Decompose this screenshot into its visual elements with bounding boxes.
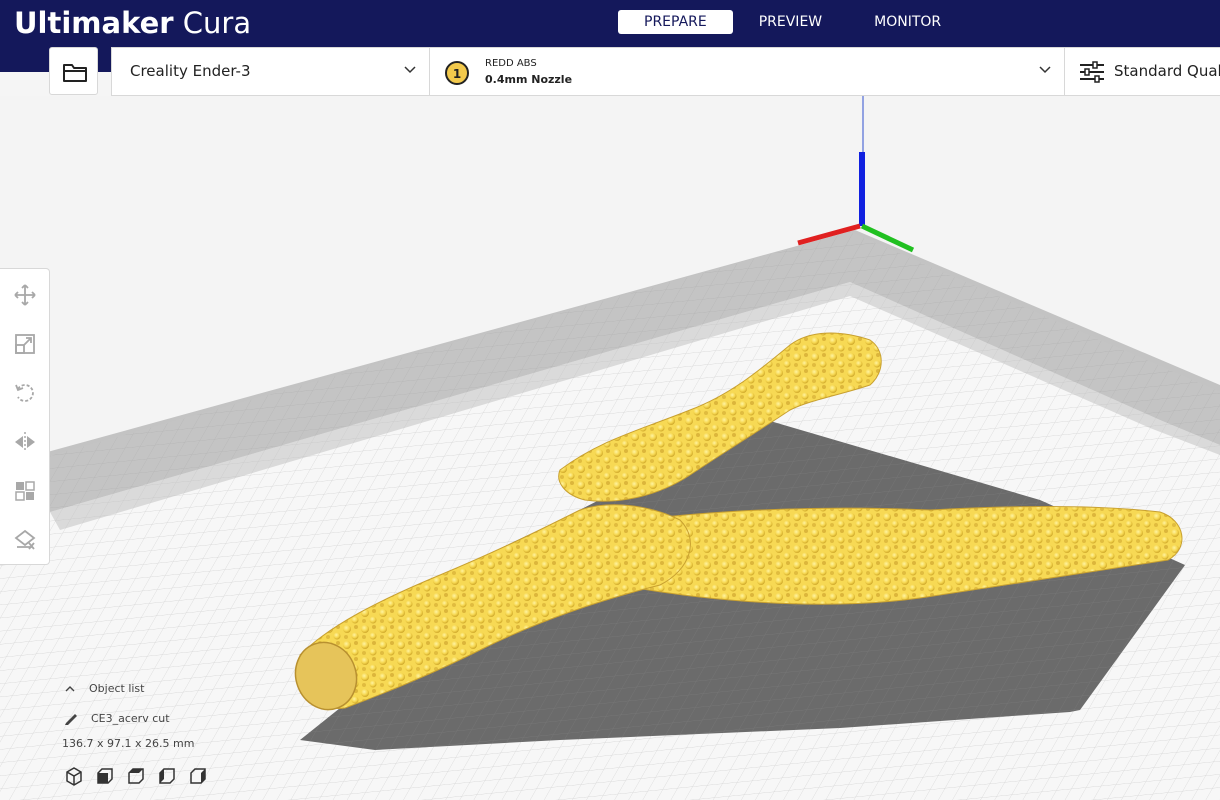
tool-panel bbox=[0, 268, 50, 565]
material-selector[interactable]: 1 REDD ABS 0.4mm Nozzle bbox=[430, 48, 1065, 95]
printer-name: Creality Ender-3 bbox=[130, 62, 251, 80]
pencil-icon bbox=[65, 714, 77, 725]
chevron-up-icon bbox=[65, 686, 75, 692]
chevron-down-icon bbox=[1039, 66, 1051, 74]
folder-icon bbox=[63, 64, 87, 82]
brand-product: Cura bbox=[173, 6, 252, 40]
object-list-panel: Object list CE3_acerv cut 136.7 x 97.1 x… bbox=[62, 680, 292, 798]
settings-sliders-icon bbox=[1080, 61, 1104, 83]
left-view-icon[interactable] bbox=[155, 766, 186, 788]
object-dimensions: 136.7 x 97.1 x 26.5 mm bbox=[62, 737, 195, 750]
top-view-icon[interactable] bbox=[124, 766, 155, 788]
view-orientation-buttons bbox=[62, 766, 217, 788]
svg-text:1: 1 bbox=[453, 67, 461, 81]
open-file-button[interactable] bbox=[49, 47, 98, 95]
tab-preview[interactable]: PREVIEW bbox=[733, 10, 848, 34]
right-view-icon[interactable] bbox=[186, 766, 217, 788]
chevron-down-icon bbox=[404, 66, 416, 74]
material-name: REDD ABS bbox=[485, 58, 537, 69]
support-blocker-icon[interactable] bbox=[13, 528, 37, 552]
stage-tabs: PREPARE PREVIEW MONITOR bbox=[618, 10, 967, 34]
move-icon[interactable] bbox=[13, 283, 37, 307]
front-view-icon[interactable] bbox=[93, 766, 124, 788]
quality-label: Standard Quality bbox=[1114, 62, 1220, 80]
extruder-icon: 1 bbox=[445, 61, 469, 85]
tab-prepare[interactable]: PREPARE bbox=[618, 10, 733, 34]
tab-monitor[interactable]: MONITOR bbox=[848, 10, 967, 34]
scale-icon[interactable] bbox=[13, 332, 37, 356]
brand-name: Ultimaker bbox=[14, 6, 174, 40]
per-model-settings-icon[interactable] bbox=[13, 479, 37, 503]
machine-selector-bar: Creality Ender-3 1 REDD ABS 0.4mm Nozzle bbox=[111, 47, 1220, 96]
nozzle-size: 0.4mm Nozzle bbox=[485, 73, 573, 86]
mirror-icon[interactable] bbox=[13, 430, 37, 454]
app-logo: Ultimaker Cura bbox=[14, 4, 251, 42]
3d-view-icon[interactable] bbox=[62, 766, 93, 788]
printer-selector[interactable]: Creality Ender-3 bbox=[112, 48, 430, 95]
rotate-icon[interactable] bbox=[13, 381, 37, 405]
object-list-label: Object list bbox=[89, 682, 145, 695]
object-name: CE3_acerv cut bbox=[91, 712, 170, 725]
print-settings-selector[interactable]: Standard Quality bbox=[1065, 48, 1220, 95]
cura-window: Ultimaker Cura PREPARE PREVIEW MONITOR C… bbox=[0, 0, 1220, 800]
